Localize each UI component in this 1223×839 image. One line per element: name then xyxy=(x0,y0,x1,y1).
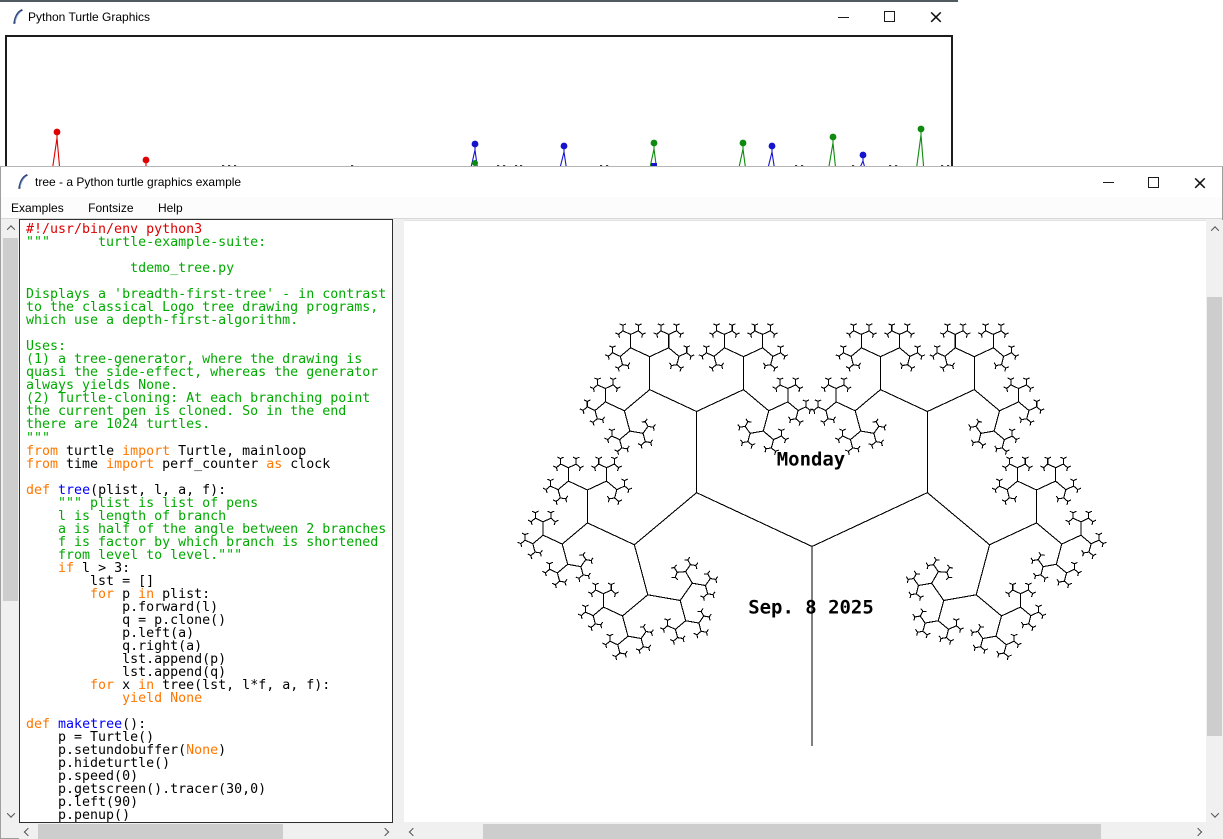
scroll-down-button[interactable] xyxy=(1206,806,1223,823)
minimize-button[interactable] xyxy=(1103,182,1114,183)
canvas-vscrollbar[interactable] xyxy=(1206,220,1223,823)
fg-titlebar[interactable]: tree - a Python turtle graphics example … xyxy=(1,167,1222,197)
close-button[interactable]: × xyxy=(1192,169,1208,197)
turtle-graphics-window: Python Turtle Graphics × xyxy=(0,0,958,170)
desktop: Python Turtle Graphics × tree - a Python… xyxy=(0,0,1223,839)
maximize-button[interactable] xyxy=(884,11,895,22)
chevron-right-icon xyxy=(1193,827,1201,835)
scroll-up-button[interactable] xyxy=(1206,220,1223,237)
code-text: #!/usr/bin/env python3""" turtle-example… xyxy=(26,223,386,823)
bg-titlebar[interactable]: Python Turtle Graphics × xyxy=(0,2,958,32)
fractal-tree-path xyxy=(518,324,1107,746)
canvas-label: Monday xyxy=(777,449,845,471)
tk-feather-icon xyxy=(15,174,31,190)
canvas-text-layer: Monday Sep. 8 2025 xyxy=(748,449,874,619)
maximize-button[interactable] xyxy=(1148,177,1159,188)
vscroll-thumb[interactable] xyxy=(1207,297,1222,736)
hscroll-thumb[interactable] xyxy=(38,824,283,839)
pane-splitter[interactable] xyxy=(393,219,404,839)
scroll-left-button[interactable] xyxy=(19,823,36,839)
menu-fontsize[interactable]: Fontsize xyxy=(78,197,143,219)
menubar: Examples Fontsize Help xyxy=(1,197,1222,219)
bg-turtle-canvas xyxy=(5,35,953,172)
chevron-down-icon xyxy=(6,809,14,817)
tree-demo-window: tree - a Python turtle graphics example … xyxy=(0,166,1223,839)
code-vscrollbar[interactable] xyxy=(2,219,19,823)
source-code-pane[interactable]: #!/usr/bin/env python3""" turtle-example… xyxy=(19,219,393,823)
chevron-left-icon xyxy=(408,827,416,835)
scrollbar-corner xyxy=(1206,823,1223,839)
vscroll-thumb[interactable] xyxy=(3,238,18,601)
chevron-right-icon xyxy=(380,827,388,835)
scroll-left-button[interactable] xyxy=(404,823,421,839)
canvas-hscrollbar[interactable] xyxy=(404,823,1206,839)
chevron-up-icon xyxy=(1210,226,1218,234)
canvas-label: Sep. 8 2025 xyxy=(748,596,874,618)
turtle-drawing-canvas: Monday Sep. 8 2025 xyxy=(404,220,1206,822)
tk-feather-icon xyxy=(10,9,26,25)
scroll-right-button[interactable] xyxy=(376,823,393,839)
main-area: #!/usr/bin/env python3""" turtle-example… xyxy=(1,219,1222,838)
chevron-up-icon xyxy=(6,225,14,233)
bg-window-title: Python Turtle Graphics xyxy=(28,2,150,32)
scroll-down-button[interactable] xyxy=(2,806,19,823)
scroll-right-button[interactable] xyxy=(1189,823,1206,839)
close-button[interactable]: × xyxy=(928,3,944,31)
code-hscrollbar[interactable] xyxy=(19,823,393,839)
chevron-down-icon xyxy=(1210,809,1218,817)
menu-help[interactable]: Help xyxy=(148,197,193,219)
scroll-up-button[interactable] xyxy=(2,219,19,236)
chevron-left-icon xyxy=(23,827,31,835)
fg-window-title: tree - a Python turtle graphics example xyxy=(35,167,241,197)
menu-examples[interactable]: Examples xyxy=(1,197,74,219)
forest-drawing xyxy=(7,37,951,172)
hscroll-thumb[interactable] xyxy=(483,824,1101,839)
minimize-button[interactable] xyxy=(838,17,849,18)
